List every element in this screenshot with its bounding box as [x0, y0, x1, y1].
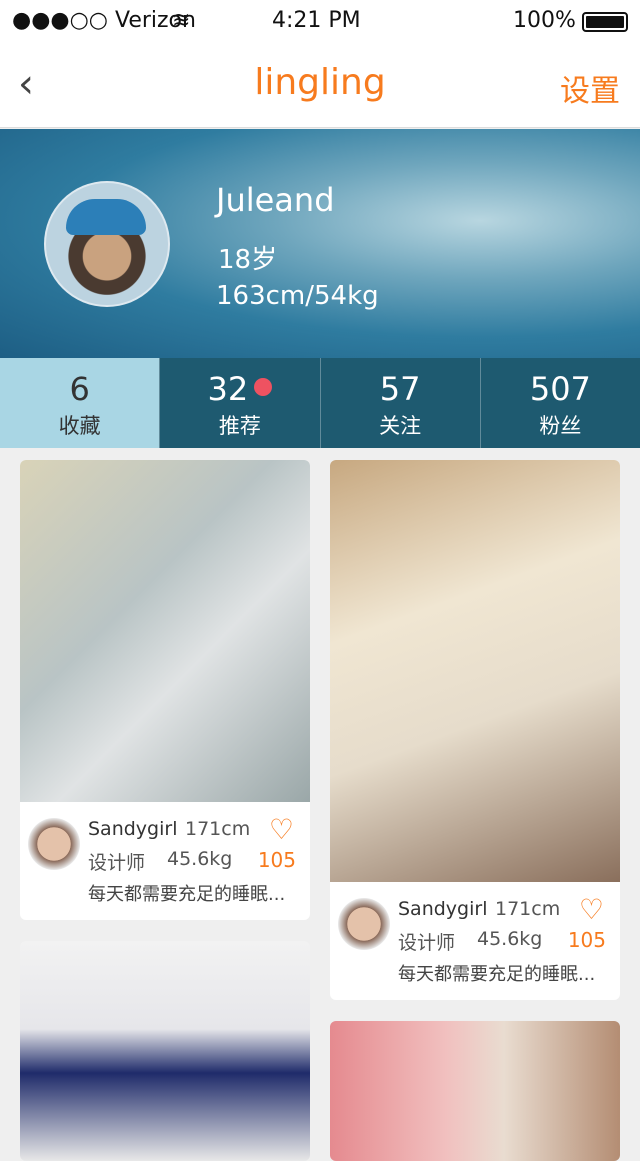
author-name: Sandygirl — [88, 818, 178, 840]
nav-bar: ‹ lingling 设置 — [0, 40, 640, 128]
post-card[interactable] — [330, 1021, 620, 1161]
carrier-signal: ●●●○○ Verizon — [12, 8, 196, 33]
author-avatar[interactable] — [28, 818, 80, 870]
author-role: 设计师 — [398, 932, 456, 954]
battery-percent: 100% — [513, 8, 576, 33]
profile-name: Juleand — [216, 181, 335, 219]
author-name: Sandygirl — [398, 898, 488, 920]
author-height: 171cm — [495, 898, 561, 920]
author-weight: 45.6kg — [167, 848, 233, 870]
post-card[interactable]: Sandygirl 171cm 设计师 45.6kg ♡ 105 每天都需要充足… — [20, 460, 310, 920]
battery-icon — [582, 12, 628, 32]
post-description: 每天都需要充足的睡眠... — [398, 964, 596, 985]
heart-icon[interactable]: ♡ — [579, 896, 604, 924]
status-bar: ●●●○○ Verizon ≋ 4:21 PM 100% — [0, 0, 640, 40]
profile-height-weight: 163cm/54kg — [216, 281, 379, 311]
profile-age: 18岁 — [218, 245, 278, 275]
favorites-label: 收藏 — [58, 414, 101, 438]
fans-count: 507 — [529, 370, 591, 408]
fans-label: 粉丝 — [539, 414, 582, 438]
post-card[interactable]: Sandygirl 171cm 设计师 45.6kg ♡ 105 每天都需要充足… — [330, 460, 620, 1000]
author-role: 设计师 — [88, 852, 146, 874]
recommended-count-wrap: 32 — [160, 370, 319, 408]
stats-tabs: 6 收藏 32 推荐 57 关注 507 粉丝 — [0, 358, 640, 448]
notification-dot — [254, 378, 273, 396]
post-image[interactable] — [330, 460, 620, 882]
tab-favorites[interactable]: 6 收藏 — [0, 358, 160, 448]
recommended-label: 推荐 — [218, 414, 261, 438]
recommended-count: 32 — [207, 370, 249, 408]
post-image[interactable] — [330, 1021, 620, 1161]
author-avatar[interactable] — [338, 898, 390, 950]
settings-button[interactable]: 设置 — [560, 66, 620, 110]
post-image[interactable] — [20, 941, 310, 1161]
avatar[interactable] — [44, 181, 170, 307]
heart-icon[interactable]: ♡ — [269, 816, 294, 844]
tab-following[interactable]: 57 关注 — [319, 358, 480, 448]
author-height: 171cm — [185, 818, 251, 840]
like-count: 105 — [567, 928, 606, 952]
author-weight: 45.6kg — [477, 928, 543, 950]
profile-header: Juleand 18岁 163cm/54kg — [0, 129, 640, 358]
wifi-icon: ≋ — [172, 8, 191, 33]
page-title: lingling — [254, 62, 386, 103]
post-description: 每天都需要充足的睡眠... — [88, 884, 286, 905]
favorites-count: 6 — [69, 370, 90, 408]
post-image[interactable] — [20, 460, 310, 802]
post-card[interactable] — [20, 941, 310, 1161]
tab-fans[interactable]: 507 粉丝 — [479, 358, 640, 448]
following-label: 关注 — [379, 414, 422, 438]
following-count: 57 — [379, 370, 421, 408]
like-count: 105 — [257, 848, 296, 872]
tab-recommended[interactable]: 32 推荐 — [159, 358, 319, 448]
clock: 4:21 PM — [272, 8, 361, 33]
